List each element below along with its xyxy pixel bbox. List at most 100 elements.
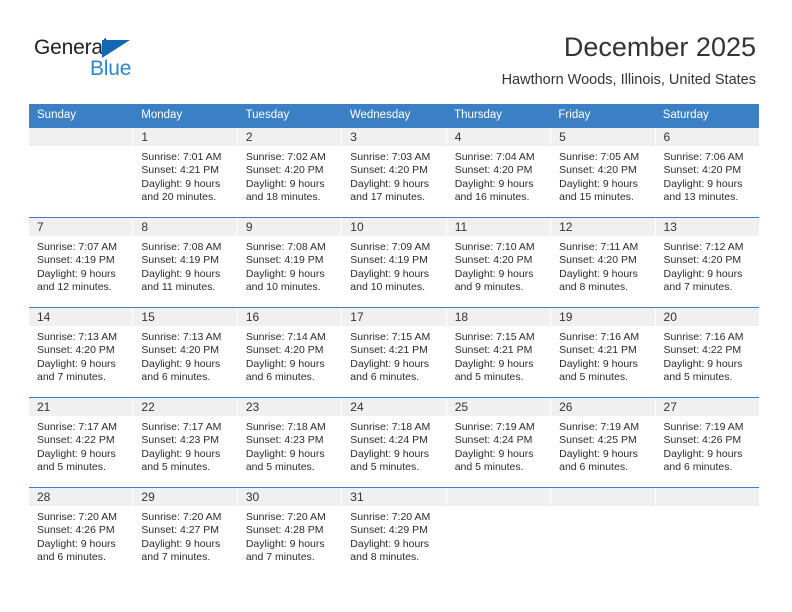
daylight-text-line1: Daylight: 9 hours [37, 357, 116, 370]
sunset-text: Sunset: 4:21 PM [141, 164, 220, 177]
day-details: Sunrise: 7:18 AM Sunset: 4:23 PM Dayligh… [238, 416, 341, 475]
day-cell[interactable]: 22 Sunrise: 7:17 AM Sunset: 4:23 PM Dayl… [133, 398, 238, 487]
day-cell[interactable]: 12 Sunrise: 7:11 AM Sunset: 4:20 PM Dayl… [551, 218, 656, 307]
day-cell[interactable]: 15 Sunrise: 7:13 AM Sunset: 4:20 PM Dayl… [133, 308, 238, 397]
day-cell[interactable]: 28 Sunrise: 7:20 AM Sunset: 4:26 PM Dayl… [29, 488, 134, 577]
weekday-header-sunday: Sunday [37, 109, 77, 121]
sunset-text: Sunset: 4:20 PM [559, 254, 637, 267]
day-details: Sunrise: 7:02 AM Sunset: 4:20 PM Dayligh… [238, 146, 341, 205]
day-details: Sunrise: 7:20 AM Sunset: 4:28 PM Dayligh… [238, 506, 341, 565]
day-cell[interactable]: 2 Sunrise: 7:02 AM Sunset: 4:20 PM Dayli… [237, 128, 343, 217]
day-cell[interactable]: 31 Sunrise: 7:20 AM Sunset: 4:29 PM Dayl… [342, 488, 447, 577]
day-details: Sunrise: 7:16 AM Sunset: 4:21 PM Dayligh… [551, 326, 654, 385]
sunset-text: Sunset: 4:20 PM [37, 344, 115, 357]
daylight-text-line1: Daylight: 9 hours [454, 177, 534, 190]
daylight-text-line2: and 6 minutes. [37, 551, 106, 564]
day-details: Sunrise: 7:19 AM Sunset: 4:26 PM Dayligh… [656, 416, 759, 475]
weekday-header-friday: Friday [558, 109, 591, 121]
daylight-text-line1: Daylight: 9 hours [559, 447, 638, 460]
day-cell[interactable]: 10 Sunrise: 7:09 AM Sunset: 4:19 PM Dayl… [342, 218, 447, 307]
daylight-text-line1: Daylight: 9 hours [454, 357, 534, 370]
day-cell[interactable]: 23 Sunrise: 7:18 AM Sunset: 4:23 PM Dayl… [237, 398, 343, 487]
sunset-text: Sunset: 4:20 PM [350, 164, 428, 177]
day-cell[interactable]: 13 Sunrise: 7:12 AM Sunset: 4:20 PM Dayl… [655, 218, 759, 307]
general-blue-logo[interactable]: General Blue [34, 36, 194, 86]
day-number: 16 [237, 308, 342, 326]
sunrise-text: Sunrise: 7:20 AM [37, 511, 117, 523]
daylight-text-line2: and 7 minutes. [663, 281, 733, 294]
day-number: 9 [237, 218, 342, 236]
day-cell[interactable] [655, 488, 759, 577]
sunset-text: Sunset: 4:21 PM [350, 344, 428, 357]
sunrise-text: Sunrise: 7:13 AM [37, 331, 117, 343]
sunrise-text: Sunrise: 7:19 AM [663, 421, 744, 433]
day-cell[interactable]: 18 Sunrise: 7:15 AM Sunset: 4:21 PM Dayl… [446, 308, 552, 397]
daylight-text-line1: Daylight: 9 hours [350, 447, 430, 460]
sunrise-text: Sunrise: 7:07 AM [37, 241, 117, 253]
daylight-text-line1: Daylight: 9 hours [454, 267, 534, 280]
weekday-header-thursday: Thursday [454, 109, 503, 121]
day-cell[interactable]: 25 Sunrise: 7:19 AM Sunset: 4:24 PM Dayl… [446, 398, 552, 487]
sunset-text: Sunset: 4:21 PM [454, 344, 533, 357]
day-cell[interactable]: 9 Sunrise: 7:08 AM Sunset: 4:19 PM Dayli… [237, 218, 343, 307]
day-details: Sunrise: 7:13 AM Sunset: 4:20 PM Dayligh… [133, 326, 236, 385]
daylight-text-line1: Daylight: 9 hours [37, 537, 116, 550]
page-title: December 2025 [563, 32, 756, 62]
day-cell[interactable]: 17 Sunrise: 7:15 AM Sunset: 4:21 PM Dayl… [342, 308, 447, 397]
day-number: 10 [342, 218, 446, 236]
sunrise-text: Sunrise: 7:16 AM [559, 331, 640, 343]
day-number [655, 488, 759, 506]
day-cell[interactable]: 4 Sunrise: 7:04 AM Sunset: 4:20 PM Dayli… [446, 128, 552, 217]
day-cell[interactable]: 11 Sunrise: 7:10 AM Sunset: 4:20 PM Dayl… [446, 218, 552, 307]
day-cell[interactable]: 14 Sunrise: 7:13 AM Sunset: 4:20 PM Dayl… [29, 308, 134, 397]
sunrise-text: Sunrise: 7:10 AM [454, 241, 535, 253]
daylight-text-line2: and 8 minutes. [350, 551, 420, 564]
day-cell[interactable]: 29 Sunrise: 7:20 AM Sunset: 4:27 PM Dayl… [133, 488, 238, 577]
day-cell[interactable]: 27 Sunrise: 7:19 AM Sunset: 4:26 PM Dayl… [655, 398, 759, 487]
sunset-text: Sunset: 4:26 PM [37, 524, 115, 537]
day-cell[interactable]: 16 Sunrise: 7:14 AM Sunset: 4:20 PM Dayl… [237, 308, 343, 397]
week-row: 7 Sunrise: 7:07 AM Sunset: 4:19 PM Dayli… [29, 217, 759, 307]
day-number: 11 [446, 218, 551, 236]
day-cell[interactable]: 8 Sunrise: 7:08 AM Sunset: 4:19 PM Dayli… [133, 218, 238, 307]
sunrise-text: Sunrise: 7:19 AM [559, 421, 640, 433]
daylight-text-line1: Daylight: 9 hours [141, 447, 221, 460]
weekday-header-tuesday: Tuesday [245, 109, 290, 121]
daylight-text-line2: and 7 minutes. [37, 371, 106, 384]
daylight-text-line1: Daylight: 9 hours [350, 537, 430, 550]
sunrise-text: Sunrise: 7:05 AM [559, 151, 640, 163]
day-cell[interactable]: 5 Sunrise: 7:05 AM Sunset: 4:20 PM Dayli… [551, 128, 656, 217]
day-details: Sunrise: 7:14 AM Sunset: 4:20 PM Dayligh… [238, 326, 341, 385]
day-details: Sunrise: 7:13 AM Sunset: 4:20 PM Dayligh… [29, 326, 132, 385]
day-details: Sunrise: 7:20 AM Sunset: 4:27 PM Dayligh… [133, 506, 236, 565]
day-cell[interactable]: 19 Sunrise: 7:16 AM Sunset: 4:21 PM Dayl… [551, 308, 656, 397]
day-cell[interactable]: 20 Sunrise: 7:16 AM Sunset: 4:22 PM Dayl… [655, 308, 759, 397]
day-cell[interactable] [551, 488, 656, 577]
day-cell[interactable]: 7 Sunrise: 7:07 AM Sunset: 4:19 PM Dayli… [29, 218, 134, 307]
sunset-text: Sunset: 4:23 PM [245, 434, 324, 447]
day-number: 7 [29, 218, 133, 236]
daylight-text-line1: Daylight: 9 hours [141, 537, 221, 550]
day-details [551, 506, 654, 511]
week-row: 1 Sunrise: 7:01 AM Sunset: 4:21 PM Dayli… [29, 127, 759, 217]
day-cell[interactable]: 30 Sunrise: 7:20 AM Sunset: 4:28 PM Dayl… [237, 488, 343, 577]
day-details: Sunrise: 7:03 AM Sunset: 4:20 PM Dayligh… [342, 146, 445, 205]
day-cell[interactable]: 6 Sunrise: 7:06 AM Sunset: 4:20 PM Dayli… [655, 128, 759, 217]
sunrise-text: Sunrise: 7:04 AM [454, 151, 535, 163]
day-cell[interactable]: 3 Sunrise: 7:03 AM Sunset: 4:20 PM Dayli… [342, 128, 447, 217]
daylight-text-line1: Daylight: 9 hours [141, 357, 221, 370]
day-details: Sunrise: 7:19 AM Sunset: 4:24 PM Dayligh… [447, 416, 550, 475]
day-cell[interactable] [29, 128, 134, 217]
daylight-text-line2: and 20 minutes. [141, 191, 217, 204]
day-cell[interactable]: 24 Sunrise: 7:18 AM Sunset: 4:24 PM Dayl… [342, 398, 447, 487]
day-cell[interactable]: 26 Sunrise: 7:19 AM Sunset: 4:25 PM Dayl… [551, 398, 656, 487]
daylight-text-line2: and 6 minutes. [559, 461, 628, 474]
sunset-text: Sunset: 4:20 PM [245, 164, 324, 177]
day-number: 20 [655, 308, 759, 326]
day-cell[interactable]: 21 Sunrise: 7:17 AM Sunset: 4:22 PM Dayl… [29, 398, 134, 487]
day-cell[interactable]: 1 Sunrise: 7:01 AM Sunset: 4:21 PM Dayli… [133, 128, 238, 217]
calendar-grid: Sunday Monday Tuesday Wednesday Thursday… [29, 104, 759, 577]
day-cell[interactable] [446, 488, 552, 577]
day-number: 13 [655, 218, 759, 236]
sunrise-text: Sunrise: 7:17 AM [141, 421, 222, 433]
